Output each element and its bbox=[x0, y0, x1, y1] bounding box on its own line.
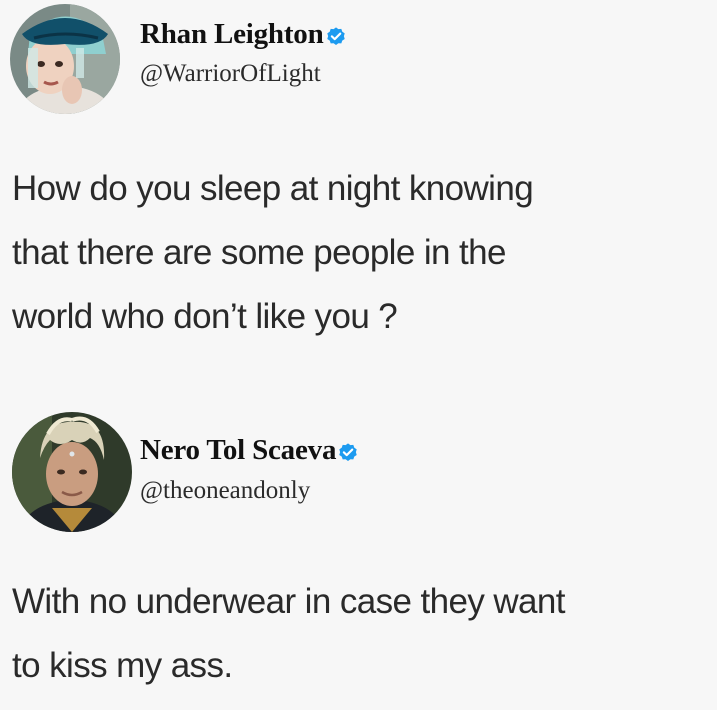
verified-badge-icon bbox=[325, 26, 347, 48]
tweet-text-line: How do you sleep at night knowing bbox=[12, 169, 534, 208]
avatar[interactable] bbox=[12, 412, 132, 532]
verified-badge-icon bbox=[337, 442, 359, 464]
tweet-text-line: that there are some people in the bbox=[12, 233, 506, 272]
handle[interactable]: @WarriorOfLight bbox=[140, 60, 321, 88]
avatar[interactable] bbox=[10, 4, 120, 114]
tweet-rhan-leighton: Rhan Leighton @WarriorOfLight How do you… bbox=[0, 0, 717, 360]
tweet-text-line: world who don’t like you ? bbox=[12, 297, 398, 336]
avatar-woman-icon bbox=[10, 4, 120, 114]
avatar-man-icon bbox=[12, 412, 132, 532]
tweet-text-line: With no underwear in case they want bbox=[12, 582, 566, 621]
handle[interactable]: @theoneandonly bbox=[140, 477, 310, 505]
tweet-text-line: to kiss my ass. bbox=[12, 646, 233, 685]
display-name[interactable]: Rhan Leighton bbox=[140, 18, 324, 51]
display-name[interactable]: Nero Tol Scaeva bbox=[140, 434, 336, 467]
tweet-text: How do you sleep at night knowing that t… bbox=[12, 157, 702, 349]
name-row: Rhan Leighton bbox=[140, 18, 347, 51]
tweet-text: With no underwear in case they want to k… bbox=[12, 570, 702, 698]
name-row: Nero Tol Scaeva bbox=[140, 434, 359, 467]
tweet-nero-tol-scaeva: Nero Tol Scaeva @theoneandonly With no u… bbox=[0, 400, 717, 710]
